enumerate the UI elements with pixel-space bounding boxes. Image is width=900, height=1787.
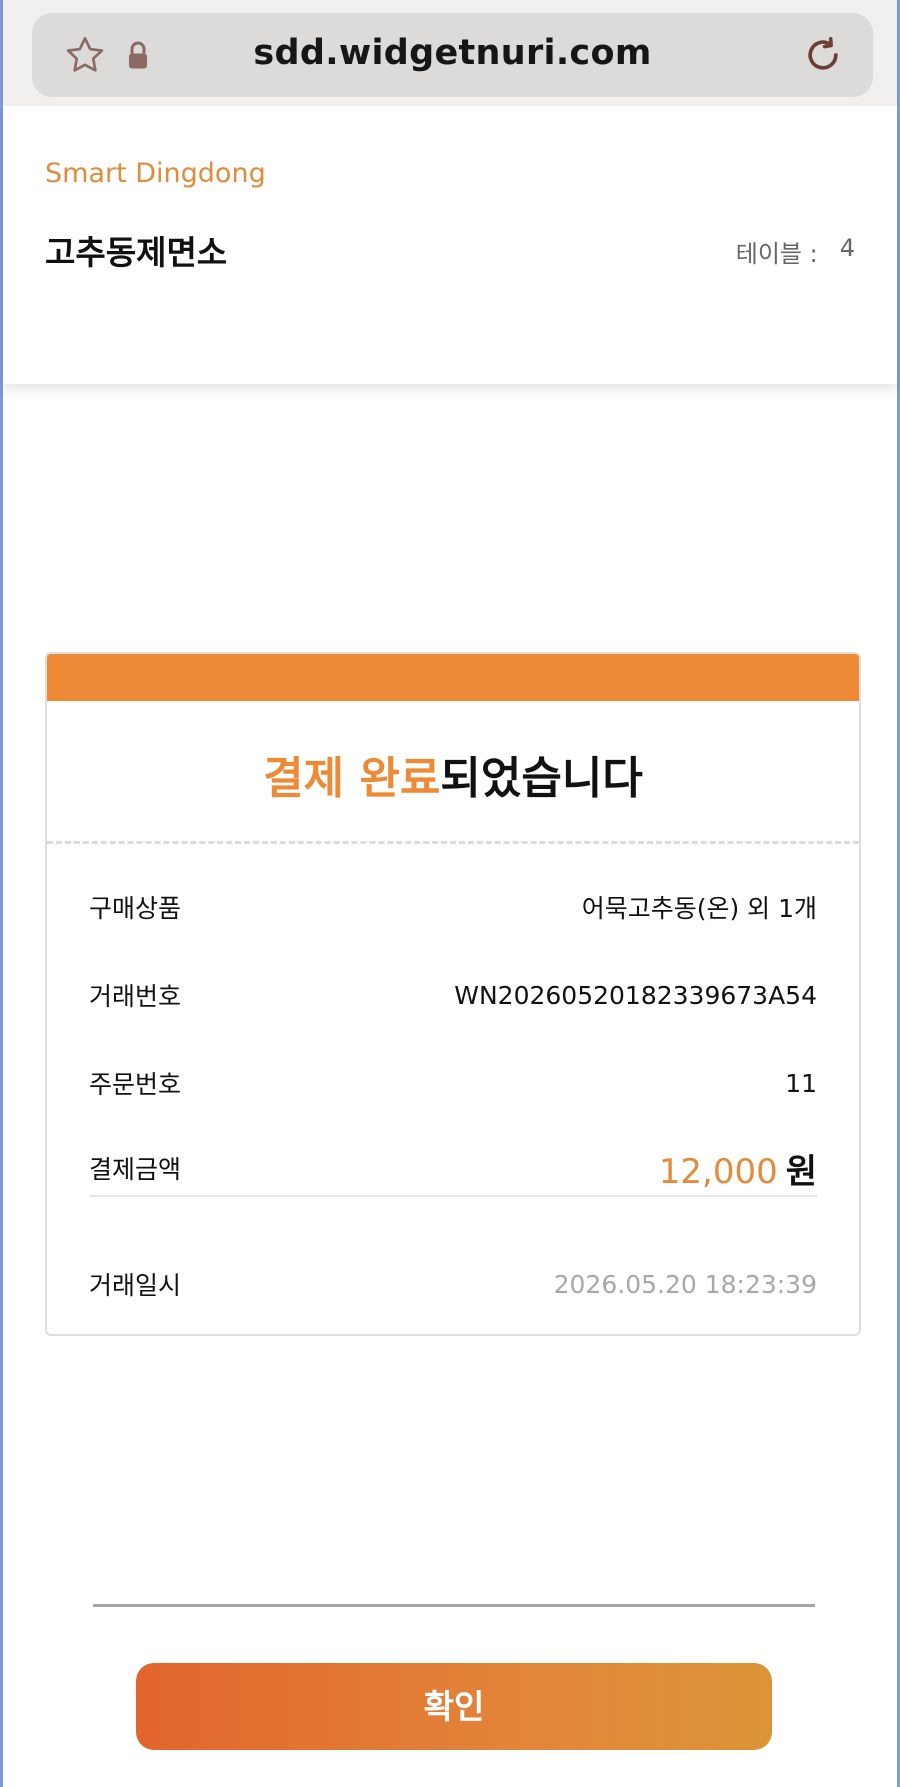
receipt-row-order-number: 주문번호 11 <box>89 1063 817 1103</box>
bottom-divider <box>93 1604 815 1607</box>
receipt-row-product: 구매상품 어묵고추동(온) 외 1개 <box>89 887 817 927</box>
url-pill[interactable]: sdd.widgetnuri.com <box>32 13 873 97</box>
store-name: 고추동제면소 <box>45 233 228 272</box>
table-number: 4 <box>839 234 855 262</box>
receipt-row-amount: 결제금액 12,000 원 <box>89 1148 817 1192</box>
table-info: 테이블 : 4 <box>736 234 855 269</box>
amount-label: 결제금액 <box>89 1155 182 1184</box>
confirm-button[interactable]: 확인 <box>136 1663 772 1750</box>
receipt-card: 결제 완료되었습니다 구매상품 어묵고추동(온) 외 1개 거래번호 WN202… <box>45 652 861 1336</box>
amount-unit: 원 <box>785 1151 817 1192</box>
date-label: 거래일시 <box>89 1271 182 1300</box>
receipt-row-date: 거래일시 2026.05.20 18:23:39 <box>89 1264 817 1304</box>
amount-number: 12,000 <box>658 1151 778 1192</box>
brand-name: Smart Dingdong <box>45 158 266 189</box>
url-text[interactable]: sdd.widgetnuri.com <box>32 33 873 73</box>
row-label: 거래번호 <box>89 982 182 1011</box>
row-value: 11 <box>785 1068 817 1098</box>
title-rest: 되었습니다 <box>440 753 643 804</box>
row-label: 주문번호 <box>89 1070 182 1099</box>
store-header: Smart Dingdong 고추동제면소 테이블 : 4 <box>3 106 897 384</box>
payment-complete-title: 결제 완료되었습니다 <box>47 742 859 806</box>
amount-divider <box>89 1195 817 1197</box>
reload-icon[interactable] <box>801 33 845 77</box>
table-label: 테이블 : <box>735 240 818 268</box>
browser-address-bar: sdd.widgetnuri.com <box>3 0 897 106</box>
receipt-card-header-bar <box>47 654 859 701</box>
date-value: 2026.05.20 18:23:39 <box>553 1269 817 1299</box>
dashed-divider <box>47 841 859 844</box>
receipt-row-transaction-id: 거래번호 WN20260520182339673A54 <box>89 975 817 1015</box>
page: sdd.widgetnuri.com Smart Dingdong 고추동제면소… <box>0 0 900 1787</box>
row-value: WN20260520182339673A54 <box>454 980 817 1010</box>
amount-value: 12,000 원 <box>659 1144 817 1193</box>
row-value: 어묵고추동(온) 외 1개 <box>581 894 817 923</box>
title-accent: 결제 완료 <box>263 753 441 804</box>
row-label: 구매상품 <box>89 894 182 923</box>
